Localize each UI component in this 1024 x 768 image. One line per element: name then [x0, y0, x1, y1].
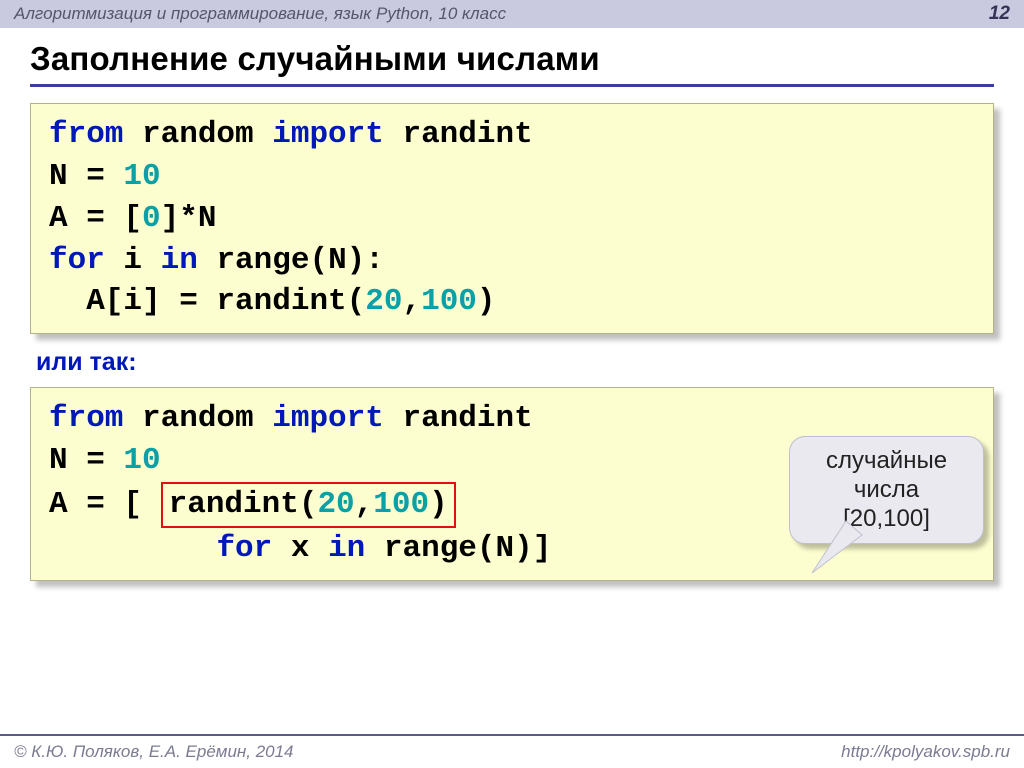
header-bar: Алгоритмизация и программирование, язык … — [0, 0, 1024, 28]
code-line: for i in range(N): — [49, 240, 975, 282]
page-number: 12 — [989, 3, 1010, 25]
footer-bar: © К.Ю. Поляков, Е.А. Ерёмин, 2014 http:/… — [0, 734, 1024, 768]
callout-line: числа — [798, 476, 975, 505]
footer-url: http://kpolyakov.spb.ru — [841, 742, 1010, 762]
slide-title: Заполнение случайными числами — [30, 38, 994, 87]
code-line: from random import randint — [49, 398, 975, 440]
or-label: или так: — [36, 348, 994, 377]
code-block-1: from random import randint N = 10 A = [0… — [30, 103, 994, 334]
code-line: from random import randint — [49, 114, 975, 156]
code-line: A = [0]*N — [49, 198, 975, 240]
callout-tail-icon — [774, 513, 864, 583]
highlight-box: randint(20,100) — [161, 482, 456, 528]
callout-line: случайные — [798, 447, 975, 476]
code-line: N = 10 — [49, 156, 975, 198]
course-title: Алгоритмизация и программирование, язык … — [14, 4, 506, 24]
copyright-text: © К.Ю. Поляков, Е.А. Ерёмин, 2014 — [14, 742, 294, 762]
code-line: A[i] = randint(20,100) — [49, 281, 975, 323]
